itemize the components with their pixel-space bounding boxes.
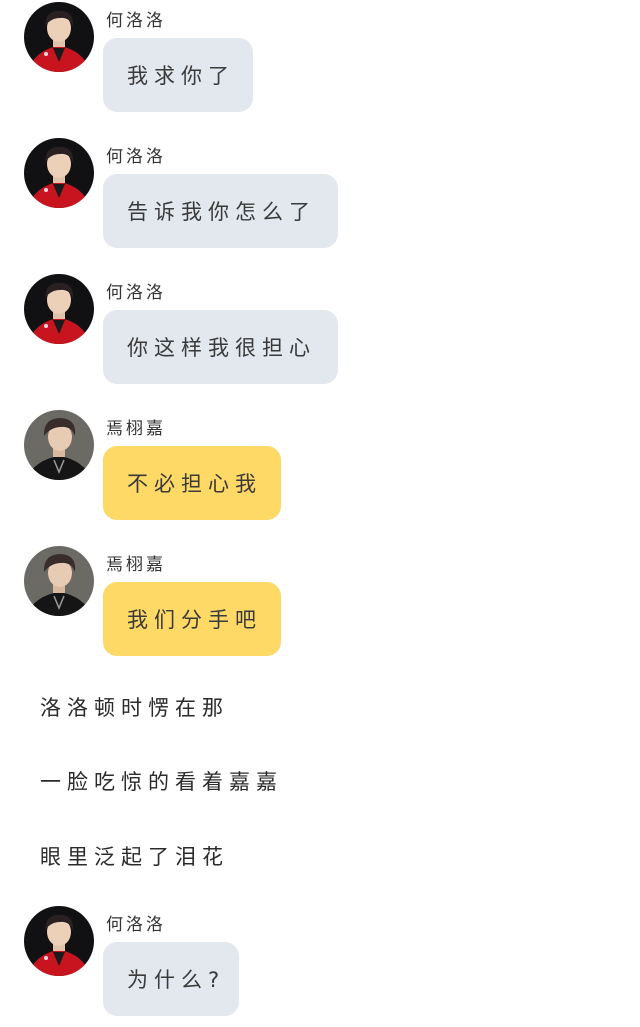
sender-name: 焉栩嘉: [106, 419, 166, 439]
narration-line: 眼里泛起了泪花: [40, 845, 229, 869]
sender-name: 何洛洛: [106, 147, 166, 167]
message-bubble[interactable]: 为什么?: [103, 942, 239, 1016]
sender-name: 何洛洛: [106, 283, 166, 303]
avatar[interactable]: [24, 138, 94, 208]
message-bubble[interactable]: 你这样我很担心: [103, 310, 338, 384]
avatar-red-jacket-icon: [24, 2, 94, 72]
avatar-black-shirt-icon: [24, 546, 94, 616]
message-bubble[interactable]: 我们分手吧: [103, 582, 281, 656]
sender-name: 何洛洛: [106, 11, 166, 31]
narration-line: 一脸吃惊的看着嘉嘉: [40, 770, 283, 794]
avatar-red-jacket-icon: [24, 906, 94, 976]
message-bubble[interactable]: 我求你了: [103, 38, 253, 112]
avatar[interactable]: [24, 2, 94, 72]
avatar[interactable]: [24, 546, 94, 616]
avatar-red-jacket-icon: [24, 274, 94, 344]
message-bubble[interactable]: 不必担心我: [103, 446, 281, 520]
avatar-black-shirt-icon: [24, 410, 94, 480]
narration-line: 洛洛顿时愣在那: [40, 696, 229, 720]
message-bubble[interactable]: 告诉我你怎么了: [103, 174, 338, 248]
sender-name: 焉栩嘉: [106, 555, 166, 575]
avatar-red-jacket-icon: [24, 138, 94, 208]
avatar[interactable]: [24, 410, 94, 480]
sender-name: 何洛洛: [106, 915, 166, 935]
avatar[interactable]: [24, 906, 94, 976]
avatar[interactable]: [24, 274, 94, 344]
